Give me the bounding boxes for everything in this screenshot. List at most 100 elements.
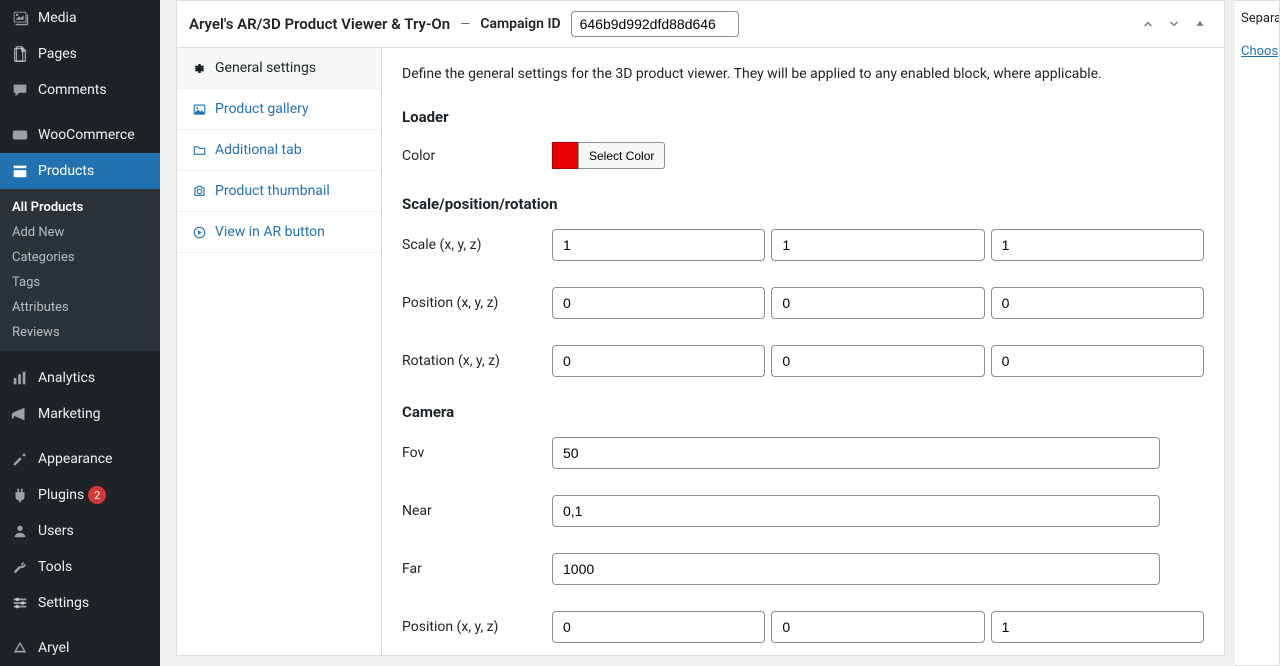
menu-pages[interactable]: Pages [0, 36, 160, 72]
menu-media[interactable]: Media [0, 0, 160, 36]
scale-label: Scale (x, y, z) [402, 237, 552, 253]
menu-marketing[interactable]: Marketing [0, 396, 160, 432]
menu-products[interactable]: Products [0, 153, 160, 189]
chevron-down-icon[interactable] [1162, 12, 1186, 36]
woocommerce-icon [10, 125, 30, 145]
camera-icon [191, 183, 207, 199]
position-label: Position (x, y, z) [402, 295, 552, 311]
position-x-input[interactable] [552, 287, 765, 319]
rotation-label: Rotation (x, y, z) [402, 353, 552, 369]
aryel-icon [10, 638, 30, 658]
position-z-input[interactable] [991, 287, 1204, 319]
products-icon [10, 161, 30, 181]
select-color-button[interactable]: Select Color [578, 142, 665, 169]
tab-label: Product thumbnail [215, 183, 330, 199]
chevron-up-icon[interactable] [1136, 12, 1160, 36]
submenu-categories[interactable]: Categories [0, 245, 160, 270]
marketing-icon [10, 404, 30, 424]
near-label: Near [402, 503, 552, 519]
tab-label: Additional tab [215, 142, 302, 158]
fov-input[interactable] [552, 437, 1160, 469]
loader-color-swatch[interactable] [552, 142, 579, 169]
camera-heading: Camera [402, 403, 1204, 421]
tab-general-settings[interactable]: General settings [177, 48, 381, 89]
settings-tabs: General settings Product gallery Additio… [177, 48, 382, 655]
gallery-icon [191, 101, 207, 117]
right-rail: Separa Choos [1235, 0, 1280, 666]
menu-label: Comments [38, 82, 107, 98]
scale-z-input[interactable] [991, 229, 1204, 261]
play-icon [191, 224, 207, 240]
fov-label: Fov [402, 445, 552, 461]
menu-label: Tools [38, 559, 72, 575]
submenu-tags[interactable]: Tags [0, 270, 160, 295]
submenu-add-new[interactable]: Add New [0, 220, 160, 245]
tab-product-thumbnail[interactable]: Product thumbnail [177, 171, 381, 212]
appearance-icon [10, 449, 30, 469]
scale-x-input[interactable] [552, 229, 765, 261]
panel-title: Aryel's AR/3D Product Viewer & Try-On [189, 15, 450, 33]
menu-label: WooCommerce [38, 127, 135, 143]
far-label: Far [402, 561, 552, 577]
settings-panel: Aryel's AR/3D Product Viewer & Try-On — … [176, 0, 1225, 656]
tab-additional-tab[interactable]: Additional tab [177, 130, 381, 171]
media-icon [10, 8, 30, 28]
tab-label: General settings [215, 60, 316, 76]
products-submenu: All Products Add New Categories Tags Att… [0, 189, 160, 351]
menu-woocommerce[interactable]: WooCommerce [0, 117, 160, 153]
menu-analytics[interactable]: Analytics [0, 360, 160, 396]
menu-label: Plugins [38, 487, 84, 503]
tab-description: Define the general settings for the 3D p… [402, 66, 1204, 82]
rotation-y-input[interactable] [771, 345, 984, 377]
menu-label: Media [38, 10, 77, 26]
menu-plugins[interactable]: Plugins 2 [0, 477, 160, 513]
rotation-z-input[interactable] [991, 345, 1204, 377]
pages-icon [10, 44, 30, 64]
tab-view-in-ar[interactable]: View in AR button [177, 212, 381, 253]
submenu-all-products[interactable]: All Products [0, 195, 160, 220]
rotation-x-input[interactable] [552, 345, 765, 377]
caret-up-icon[interactable] [1188, 12, 1212, 36]
admin-sidebar: Media Pages Comments WooCommerce Produc [0, 0, 160, 666]
menu-label: Users [38, 523, 74, 539]
plugins-badge: 2 [88, 486, 106, 504]
main-content: Aryel's AR/3D Product Viewer & Try-On — … [160, 0, 1235, 666]
menu-label: Pages [38, 46, 77, 62]
panel-sep: — [460, 17, 470, 32]
rail-choose-link[interactable]: Choos [1241, 44, 1273, 59]
rail-separa-text: Separa [1241, 11, 1273, 26]
submenu-attributes[interactable]: Attributes [0, 295, 160, 320]
tab-product-gallery[interactable]: Product gallery [177, 89, 381, 130]
tab-content: Define the general settings for the 3D p… [382, 48, 1224, 655]
menu-label: Marketing [38, 406, 101, 422]
tools-icon [10, 557, 30, 577]
comments-icon [10, 80, 30, 100]
far-input[interactable] [552, 553, 1160, 585]
position-y-input[interactable] [771, 287, 984, 319]
near-input[interactable] [552, 495, 1160, 527]
cam-position-label: Position (x, y, z) [402, 619, 552, 635]
cam-position-z-input[interactable] [991, 611, 1204, 643]
campaign-id-input[interactable] [571, 11, 739, 37]
menu-tools[interactable]: Tools [0, 549, 160, 585]
submenu-reviews[interactable]: Reviews [0, 320, 160, 345]
cam-position-x-input[interactable] [552, 611, 765, 643]
panel-header: Aryel's AR/3D Product Viewer & Try-On — … [177, 1, 1224, 48]
menu-label: Appearance [38, 451, 112, 467]
menu-label: Products [38, 163, 94, 179]
cam-position-y-input[interactable] [771, 611, 984, 643]
loader-color-label: Color [402, 148, 552, 164]
settings-icon [10, 593, 30, 613]
tab-label: Product gallery [215, 101, 309, 117]
loader-heading: Loader [402, 108, 1204, 126]
folder-icon [191, 142, 207, 158]
campaign-id-label: Campaign ID [480, 16, 560, 32]
scale-y-input[interactable] [771, 229, 984, 261]
menu-users[interactable]: Users [0, 513, 160, 549]
menu-label: Analytics [38, 370, 95, 386]
menu-label: Aryel [38, 640, 69, 656]
menu-settings[interactable]: Settings [0, 585, 160, 621]
menu-aryel[interactable]: Aryel [0, 630, 160, 666]
menu-appearance[interactable]: Appearance [0, 441, 160, 477]
menu-comments[interactable]: Comments [0, 72, 160, 108]
